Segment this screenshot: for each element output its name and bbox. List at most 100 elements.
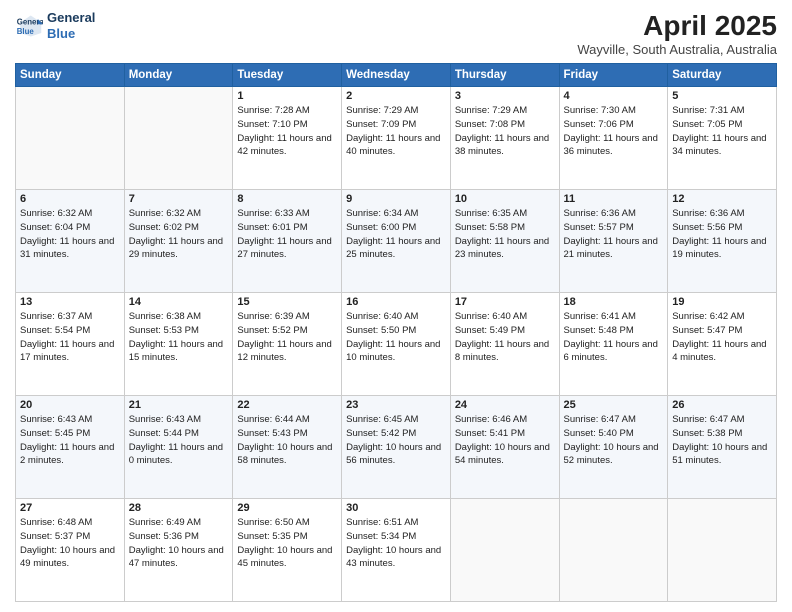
- calendar-cell: 8 Sunrise: 6:33 AM Sunset: 6:01 PM Daylig…: [233, 190, 342, 293]
- day-info: Sunrise: 6:40 AM Sunset: 5:49 PM Dayligh…: [455, 310, 555, 365]
- day-info: Sunrise: 7:29 AM Sunset: 7:09 PM Dayligh…: [346, 104, 446, 159]
- day-info: Sunrise: 6:49 AM Sunset: 5:36 PM Dayligh…: [129, 516, 229, 571]
- calendar-cell: 24 Sunrise: 6:46 AM Sunset: 5:41 PM Dayli…: [450, 396, 559, 499]
- day-number: 12: [672, 193, 772, 205]
- week-row-2: 6 Sunrise: 6:32 AM Sunset: 6:04 PM Daylig…: [16, 190, 777, 293]
- header: General Blue General Blue April 2025 Way…: [15, 10, 777, 57]
- logo-text: General Blue: [47, 10, 95, 41]
- subtitle: Wayville, South Australia, Australia: [577, 42, 777, 57]
- calendar-cell: [450, 499, 559, 602]
- day-info: Sunrise: 6:37 AM Sunset: 5:54 PM Dayligh…: [20, 310, 120, 365]
- calendar-cell: [124, 87, 233, 190]
- day-info: Sunrise: 7:28 AM Sunset: 7:10 PM Dayligh…: [237, 104, 337, 159]
- week-row-5: 27 Sunrise: 6:48 AM Sunset: 5:37 PM Dayli…: [16, 499, 777, 602]
- calendar-cell: 26Sunrise: 6:47 AM Sunset: 5:38 PM Dayli…: [668, 396, 777, 499]
- day-number: 30: [346, 502, 446, 514]
- main-title: April 2025: [577, 10, 777, 42]
- calendar-cell: [16, 87, 125, 190]
- day-number: 27: [20, 502, 120, 514]
- weekday-header-row: SundayMondayTuesdayWednesdayThursdayFrid…: [16, 64, 777, 87]
- day-info: Sunrise: 6:41 AM Sunset: 5:48 PM Dayligh…: [564, 310, 664, 365]
- day-number: 22: [237, 399, 337, 411]
- logo: General Blue General Blue: [15, 10, 95, 41]
- day-number: 20: [20, 399, 120, 411]
- day-number: 17: [455, 296, 555, 308]
- page: General Blue General Blue April 2025 Way…: [0, 0, 792, 612]
- calendar-cell: 14 Sunrise: 6:38 AM Sunset: 5:53 PM Dayli…: [124, 293, 233, 396]
- day-info: Sunrise: 7:31 AM Sunset: 7:05 PM Dayligh…: [672, 104, 772, 159]
- calendar-cell: 5 Sunrise: 7:31 AM Sunset: 7:05 PM Daylig…: [668, 87, 777, 190]
- day-number: 8: [237, 193, 337, 205]
- day-info: Sunrise: 6:44 AM Sunset: 5:43 PM Dayligh…: [237, 413, 337, 468]
- day-info: Sunrise: 6:47 AM Sunset: 5:40 PM Dayligh…: [564, 413, 664, 468]
- weekday-header-thursday: Thursday: [450, 64, 559, 87]
- calendar-cell: 20 Sunrise: 6:43 AM Sunset: 5:45 PM Dayli…: [16, 396, 125, 499]
- day-number: 14: [129, 296, 229, 308]
- day-number: 24: [455, 399, 555, 411]
- day-number: 23: [346, 399, 446, 411]
- title-block: April 2025 Wayville, South Australia, Au…: [577, 10, 777, 57]
- day-info: Sunrise: 6:35 AM Sunset: 5:58 PM Dayligh…: [455, 207, 555, 262]
- day-info: Sunrise: 6:33 AM Sunset: 6:01 PM Dayligh…: [237, 207, 337, 262]
- weekday-header-friday: Friday: [559, 64, 668, 87]
- day-info: Sunrise: 6:48 AM Sunset: 5:37 PM Dayligh…: [20, 516, 120, 571]
- calendar-cell: [559, 499, 668, 602]
- calendar-cell: 3 Sunrise: 7:29 AM Sunset: 7:08 PM Daylig…: [450, 87, 559, 190]
- calendar-cell: 13Sunrise: 6:37 AM Sunset: 5:54 PM Dayli…: [16, 293, 125, 396]
- calendar-cell: 17 Sunrise: 6:40 AM Sunset: 5:49 PM Dayli…: [450, 293, 559, 396]
- day-info: Sunrise: 6:36 AM Sunset: 5:57 PM Dayligh…: [564, 207, 664, 262]
- day-info: Sunrise: 6:42 AM Sunset: 5:47 PM Dayligh…: [672, 310, 772, 365]
- calendar-cell: 25Sunrise: 6:47 AM Sunset: 5:40 PM Dayli…: [559, 396, 668, 499]
- calendar-cell: 27 Sunrise: 6:48 AM Sunset: 5:37 PM Dayli…: [16, 499, 125, 602]
- calendar-cell: 7Sunrise: 6:32 AM Sunset: 6:02 PM Daylig…: [124, 190, 233, 293]
- day-number: 16: [346, 296, 446, 308]
- day-info: Sunrise: 7:29 AM Sunset: 7:08 PM Dayligh…: [455, 104, 555, 159]
- calendar-cell: 23Sunrise: 6:45 AM Sunset: 5:42 PM Dayli…: [342, 396, 451, 499]
- calendar-table: SundayMondayTuesdayWednesdayThursdayFrid…: [15, 63, 777, 602]
- weekday-header-monday: Monday: [124, 64, 233, 87]
- day-number: 11: [564, 193, 664, 205]
- calendar-cell: 1 Sunrise: 7:28 AM Sunset: 7:10 PM Daylig…: [233, 87, 342, 190]
- day-info: Sunrise: 6:34 AM Sunset: 6:00 PM Dayligh…: [346, 207, 446, 262]
- calendar-cell: 2 Sunrise: 7:29 AM Sunset: 7:09 PM Daylig…: [342, 87, 451, 190]
- weekday-header-sunday: Sunday: [16, 64, 125, 87]
- calendar-cell: 11 Sunrise: 6:36 AM Sunset: 5:57 PM Dayli…: [559, 190, 668, 293]
- calendar-cell: 30 Sunrise: 6:51 AM Sunset: 5:34 PM Dayli…: [342, 499, 451, 602]
- weekday-header-wednesday: Wednesday: [342, 64, 451, 87]
- week-row-4: 20 Sunrise: 6:43 AM Sunset: 5:45 PM Dayli…: [16, 396, 777, 499]
- day-number: 3: [455, 90, 555, 102]
- week-row-3: 13Sunrise: 6:37 AM Sunset: 5:54 PM Dayli…: [16, 293, 777, 396]
- day-number: 26: [672, 399, 772, 411]
- day-number: 18: [564, 296, 664, 308]
- day-info: Sunrise: 6:51 AM Sunset: 5:34 PM Dayligh…: [346, 516, 446, 571]
- day-info: Sunrise: 6:46 AM Sunset: 5:41 PM Dayligh…: [455, 413, 555, 468]
- calendar-cell: 10 Sunrise: 6:35 AM Sunset: 5:58 PM Dayli…: [450, 190, 559, 293]
- weekday-header-saturday: Saturday: [668, 64, 777, 87]
- week-row-1: 1 Sunrise: 7:28 AM Sunset: 7:10 PM Daylig…: [16, 87, 777, 190]
- day-info: Sunrise: 6:38 AM Sunset: 5:53 PM Dayligh…: [129, 310, 229, 365]
- day-number: 21: [129, 399, 229, 411]
- day-info: Sunrise: 6:43 AM Sunset: 5:45 PM Dayligh…: [20, 413, 120, 468]
- day-info: Sunrise: 6:50 AM Sunset: 5:35 PM Dayligh…: [237, 516, 337, 571]
- calendar-cell: 22 Sunrise: 6:44 AM Sunset: 5:43 PM Dayli…: [233, 396, 342, 499]
- day-info: Sunrise: 6:36 AM Sunset: 5:56 PM Dayligh…: [672, 207, 772, 262]
- calendar-cell: 15Sunrise: 6:39 AM Sunset: 5:52 PM Dayli…: [233, 293, 342, 396]
- day-number: 1: [237, 90, 337, 102]
- day-info: Sunrise: 6:32 AM Sunset: 6:04 PM Dayligh…: [20, 207, 120, 262]
- day-number: 7: [129, 193, 229, 205]
- calendar-cell: 6 Sunrise: 6:32 AM Sunset: 6:04 PM Daylig…: [16, 190, 125, 293]
- calendar-cell: 18 Sunrise: 6:41 AM Sunset: 5:48 PM Dayli…: [559, 293, 668, 396]
- day-number: 6: [20, 193, 120, 205]
- day-number: 10: [455, 193, 555, 205]
- day-number: 29: [237, 502, 337, 514]
- day-number: 5: [672, 90, 772, 102]
- day-number: 2: [346, 90, 446, 102]
- calendar-cell: 4 Sunrise: 7:30 AM Sunset: 7:06 PM Daylig…: [559, 87, 668, 190]
- day-info: Sunrise: 7:30 AM Sunset: 7:06 PM Dayligh…: [564, 104, 664, 159]
- day-number: 28: [129, 502, 229, 514]
- calendar-cell: [668, 499, 777, 602]
- calendar-cell: 9Sunrise: 6:34 AM Sunset: 6:00 PM Daylig…: [342, 190, 451, 293]
- day-info: Sunrise: 6:40 AM Sunset: 5:50 PM Dayligh…: [346, 310, 446, 365]
- calendar-cell: 21Sunrise: 6:43 AM Sunset: 5:44 PM Dayli…: [124, 396, 233, 499]
- day-number: 4: [564, 90, 664, 102]
